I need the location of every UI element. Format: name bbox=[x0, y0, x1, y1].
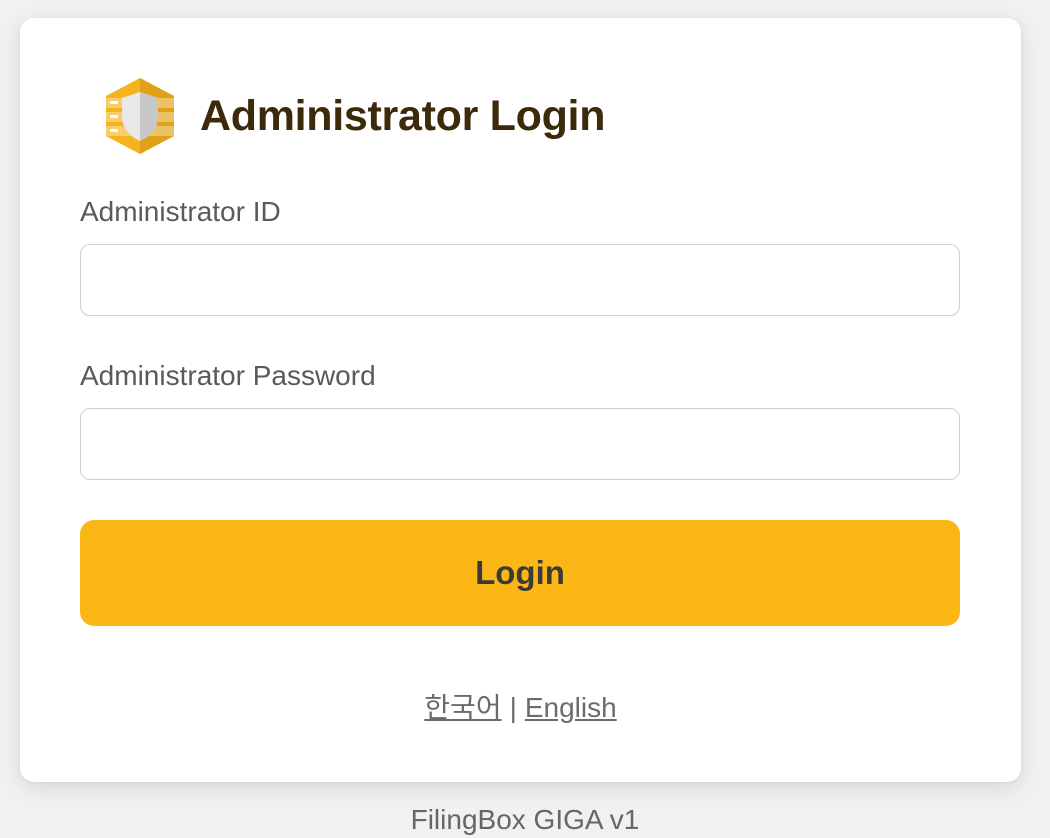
page-title: Administrator Login bbox=[200, 91, 606, 140]
login-button[interactable]: Login bbox=[80, 520, 960, 626]
language-switcher: 한국어 | English bbox=[20, 686, 1021, 726]
admin-id-input[interactable] bbox=[80, 244, 960, 316]
language-english-link[interactable]: English bbox=[525, 692, 617, 723]
login-header: Administrator Login bbox=[100, 76, 605, 156]
login-card: Administrator Login Administrator ID Adm… bbox=[20, 18, 1021, 782]
admin-password-label: Administrator Password bbox=[80, 360, 376, 391]
shield-server-icon bbox=[104, 78, 176, 154]
admin-id-label: Administrator ID bbox=[80, 196, 281, 227]
language-separator: | bbox=[509, 692, 517, 723]
version-footer: FilingBox GIGA v1 bbox=[410, 804, 640, 835]
admin-password-input[interactable] bbox=[80, 408, 960, 480]
language-korean-link[interactable]: 한국어 bbox=[424, 692, 501, 723]
